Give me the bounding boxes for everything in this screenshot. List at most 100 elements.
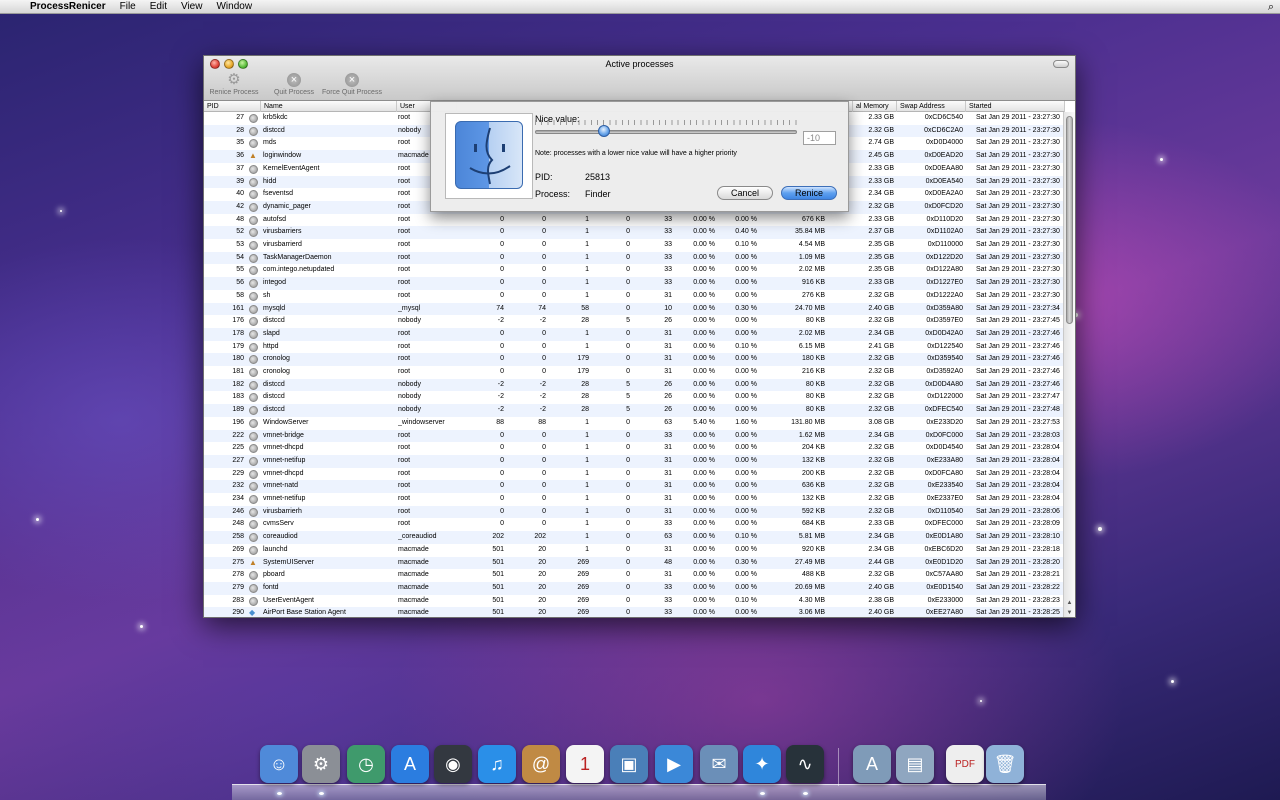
table-row[interactable]: 196 WindowServer _windowserver 88 88 1 0 63 5.40… [204, 417, 1065, 430]
scrollbar-thumb[interactable] [1066, 116, 1073, 324]
table-row[interactable]: 58 sh root 0 0 1 0 31 0.00 % 0.00 % 276 KB 2.32 GB 0… [204, 290, 1065, 303]
table-cell: fseventsd [263, 190, 293, 198]
applications-folder-icon[interactable]: A [853, 745, 891, 783]
table-row[interactable]: 189 distccd nobody -2 -2 28 5 26 0.00 % 0.00 % 80 … [204, 404, 1065, 417]
ical-icon[interactable]: 1 [566, 745, 604, 783]
table-cell: 269 [577, 558, 589, 566]
table-cell: 0 [626, 418, 630, 426]
menu-app-name[interactable]: ProcessRenicer [30, 1, 106, 12]
table-cell: 269 [232, 545, 244, 553]
table-cell: 0xD0FCA80 [924, 469, 963, 477]
column-header-started[interactable]: Started [966, 101, 1065, 112]
table-cell: vmnet-dhcpd [263, 444, 304, 452]
table-cell: 0 [542, 355, 546, 363]
table-row[interactable]: 176 distccd nobody -2 -2 28 5 26 0.00 % 0.00 % 80 … [204, 315, 1065, 328]
quit-process-button[interactable]: × Quit Process [272, 73, 316, 96]
table-cell: macmade [398, 596, 429, 604]
table-cell: 0xC57AA80 [925, 571, 963, 579]
itunes-icon[interactable]: ♫ [478, 745, 516, 783]
table-cell: 1 [585, 228, 589, 236]
table-cell: 0.00 % [735, 355, 757, 363]
cancel-button[interactable]: Cancel [717, 186, 773, 200]
table-row[interactable]: 229 vmnet-dhcpd root 0 0 1 0 31 0.00 % 0.00 % 200 … [204, 468, 1065, 481]
table-cell: distccd [263, 380, 285, 388]
dashboard-icon[interactable]: ◉ [434, 745, 472, 783]
iphoto-icon[interactable]: ▣ [610, 745, 648, 783]
gear-process-icon [249, 304, 258, 314]
table-row[interactable]: 183 distccd nobody -2 -2 28 5 26 0.00 % 0.00 % 80 … [204, 391, 1065, 404]
scroll-down-arrow[interactable]: ▼ [1064, 609, 1075, 617]
table-row[interactable]: 258 coreaudiod _coreaudiod 202 202 1 0 63 0.00 %… [204, 531, 1065, 544]
table-cell: com.intego.netupdated [263, 266, 335, 274]
column-header-memory[interactable]: al Memory [853, 101, 897, 112]
force-quit-process-button[interactable]: × Force Quit Process [320, 73, 384, 96]
table-cell: 283 [232, 596, 244, 604]
table-cell: 88 [496, 418, 504, 426]
safari-icon[interactable]: ✦ [743, 745, 781, 783]
table-cell: 269 [577, 571, 589, 579]
table-row[interactable]: 222 vmnet-bridge root 0 0 1 0 33 0.00 % 0.00 % 1.6… [204, 429, 1065, 443]
table-row[interactable]: 227 vmnet-netifup root 0 0 1 0 31 0.00 % 0.00 % 13… [204, 454, 1065, 468]
documents-folder-icon[interactable]: ▤ [896, 745, 934, 783]
table-cell: 0 [542, 215, 546, 223]
pdf-document-icon[interactable]: PDF [946, 745, 984, 783]
renice-process-button[interactable]: ⚙ Renice Process [209, 72, 259, 96]
table-row[interactable]: 161 mysqld _mysql 74 74 58 0 10 0.00 % 0.30 % 24.7… [204, 302, 1065, 316]
time-machine-icon[interactable]: ◷ [347, 745, 385, 783]
gear-process-icon [249, 406, 258, 416]
toolbar-toggle-button[interactable] [1053, 60, 1069, 68]
column-header-pid[interactable]: PID [204, 101, 261, 112]
menu-edit[interactable]: Edit [150, 1, 167, 12]
table-cell: 0.00 % [735, 368, 757, 375]
address-book-icon[interactable]: @ [522, 745, 560, 783]
finder-icon[interactable]: ☺ [260, 745, 298, 783]
nice-value-slider-track[interactable] [535, 130, 797, 134]
nice-value-field[interactable]: -10 [803, 131, 836, 145]
table-row[interactable]: 179 httpd root 0 0 1 0 31 0.00 % 0.10 % 6.15 MB 2.4… [204, 341, 1065, 354]
scroll-up-arrow[interactable]: ▲ [1064, 599, 1075, 608]
table-row[interactable]: 279 fontd macmade 501 20 269 0 33 0.00 % 0.00 % 20… [204, 581, 1065, 595]
table-row[interactable]: 48 autofsd root 0 0 1 0 33 0.00 % 0.00 % 676 KB 2.3… [204, 214, 1065, 227]
table-row[interactable]: 55 com.intego.netupdated root 0 0 1 0 33 0.00 % 0… [204, 264, 1065, 277]
table-row[interactable]: 52 virusbarriers root 0 0 1 0 33 0.00 % 0.40 % 35.… [204, 226, 1065, 239]
table-cell: 0 [500, 495, 504, 502]
table-row[interactable]: 283 UserEventAgent macmade 501 20 269 0 33 0.00 … [204, 595, 1065, 608]
table-row[interactable]: ◆ 290 AirPort Base Station Agent macmade 501… [204, 607, 1065, 617]
menu-window[interactable]: Window [216, 1, 252, 12]
gear-process-icon [249, 533, 258, 543]
activity-monitor-icon[interactable]: ∿ [786, 745, 824, 783]
mail-icon[interactable]: ✉ [700, 745, 738, 783]
table-row[interactable]: 248 cvmsServ root 0 0 1 0 33 0.00 % 0.00 % 684 KB 2… [204, 518, 1065, 531]
table-row[interactable]: 225 vmnet-dhcpd root 0 0 1 0 31 0.00 % 0.00 % 204 … [204, 442, 1065, 455]
table-row[interactable]: 234 vmnet-netifup root 0 0 1 0 31 0.00 % 0.00 % 13… [204, 493, 1065, 506]
table-cell: 0 [626, 609, 630, 617]
table-row[interactable]: 178 slapd root 0 0 1 0 31 0.00 % 0.00 % 2.02 MB 2.3… [204, 327, 1065, 341]
renice-button[interactable]: Renice [781, 186, 837, 200]
table-row[interactable]: 53 virusbarrierd root 0 0 1 0 33 0.00 % 0.10 % 4.5… [204, 239, 1065, 252]
table-row[interactable]: 181 cronolog root 0 0 179 0 31 0.00 % 0.00 % 216 K… [204, 366, 1065, 379]
spotlight-icon[interactable]: ⌕ [1268, 0, 1274, 14]
dock [232, 784, 1046, 800]
menu-file[interactable]: File [120, 1, 136, 12]
nice-value-slider-knob[interactable] [598, 125, 610, 137]
table-row[interactable]: 232 vmnet-natd root 0 0 1 0 31 0.00 % 0.00 % 636 K… [204, 480, 1065, 493]
table-row[interactable]: 182 distccd nobody -2 -2 28 5 26 0.00 % 0.00 % 80 … [204, 378, 1065, 392]
table-row[interactable]: 278 pboard macmade 501 20 269 0 31 0.00 % 0.00 % 4… [204, 569, 1065, 582]
vertical-scrollbar[interactable]: ▲ ▼ [1063, 112, 1075, 617]
table-row[interactable]: 56 integod root 0 0 1 0 33 0.00 % 0.00 % 916 KB 2.3… [204, 277, 1065, 290]
facetime-icon[interactable]: ▶ [655, 745, 693, 783]
column-header-name[interactable]: Name [261, 101, 397, 112]
table-cell: 0.00 % [693, 558, 715, 566]
table-cell: 636 KB [802, 482, 825, 490]
system-preferences-icon[interactable]: ⚙ [302, 745, 340, 783]
table-row[interactable]: 180 cronolog root 0 0 179 0 31 0.00 % 0.00 % 180 K… [204, 353, 1065, 366]
table-row[interactable]: ▲ 275 SystemUIServer macmade 501 20 269 0 48 0.00… [204, 556, 1065, 570]
force-quit-process-label: Force Quit Process [322, 89, 382, 96]
app-store-icon[interactable]: A [391, 745, 429, 783]
menu-view[interactable]: View [181, 1, 203, 12]
column-header-swap-address[interactable]: Swap Address [897, 101, 966, 112]
table-row[interactable]: 54 TaskManagerDaemon root 0 0 1 0 33 0.00 % 0.00 … [204, 251, 1065, 265]
trash-icon[interactable]: 🗑 [986, 745, 1024, 783]
table-row[interactable]: 246 virusbarrierh root 0 0 1 0 31 0.00 % 0.00 % 59… [204, 505, 1065, 519]
table-row[interactable]: 269 launchd macmade 501 20 1 0 31 0.00 % 0.00 % 92… [204, 544, 1065, 557]
